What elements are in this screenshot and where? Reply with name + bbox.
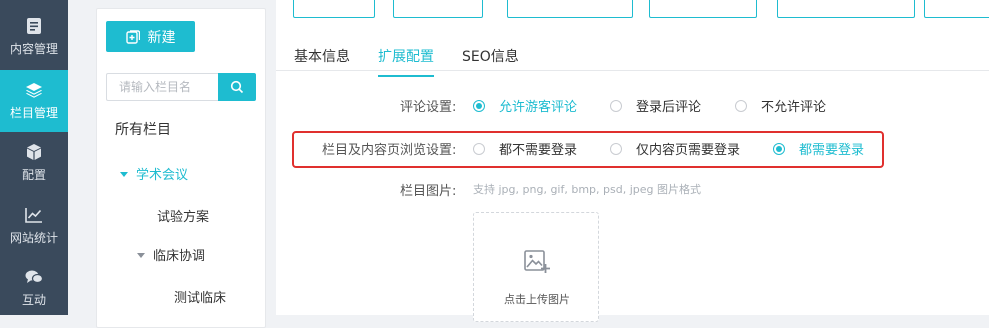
column-tree-panel: 新建 所有栏目 学术会议 试验方案 临床协调 测试临床 <box>96 8 266 328</box>
tree-item-test-clinical[interactable]: 测试临床 <box>174 287 226 306</box>
nav-item-interact[interactable]: 互动 <box>0 257 68 319</box>
main-content: 基本信息 扩展配置 SEO信息 评论设置: 允许游客评论 登录后评论 不允许评论… <box>276 0 989 322</box>
line-chart-icon <box>25 206 43 224</box>
toolbar-button[interactable] <box>507 0 633 18</box>
radio-no-comment[interactable]: 不允许评论 <box>735 96 826 115</box>
radio-dot <box>773 142 785 155</box>
image-format-hint: 支持 jpg, png, gif, bmp, psd, jpeg 图片格式 <box>473 183 701 196</box>
layers-icon <box>25 81 43 99</box>
chat-icon <box>25 268 43 286</box>
nav-item-config[interactable]: 配置 <box>0 132 68 194</box>
tab-extended-config[interactable]: 扩展配置 <box>378 46 434 77</box>
left-nav: 内容管理 栏目管理 配置 网站统计 互动 <box>0 0 68 315</box>
nav-item-columns[interactable]: 栏目管理 <box>0 70 68 132</box>
search-icon <box>230 80 244 94</box>
image-add-icon <box>523 247 551 275</box>
toolbar-button[interactable] <box>777 0 915 18</box>
nav-item-content[interactable]: 内容管理 <box>0 6 68 68</box>
radio-label: 都需要登录 <box>799 143 865 158</box>
radio-label: 都不需要登录 <box>499 143 578 158</box>
tree-item-label: 学术会议 <box>136 168 189 183</box>
toolbar-button[interactable] <box>393 0 483 18</box>
caret-down-icon[interactable] <box>137 253 145 258</box>
column-search <box>106 73 256 101</box>
add-icon <box>125 29 140 44</box>
nav-item-label: 互动 <box>21 293 46 307</box>
tree-item-trial-plan[interactable]: 试验方案 <box>157 206 209 225</box>
radio-dot <box>735 99 747 112</box>
radio-allow-guest-comment[interactable]: 允许游客评论 <box>473 96 577 115</box>
nav-item-label: 网站统计 <box>9 231 58 245</box>
radio-label: 允许游客评论 <box>499 100 578 115</box>
nav-item-stats[interactable]: 网站统计 <box>0 195 68 257</box>
nav-item-label: 配置 <box>21 168 46 182</box>
radio-login-comment[interactable]: 登录后评论 <box>610 96 701 115</box>
nav-item-label: 栏目管理 <box>9 106 58 120</box>
radio-dot <box>473 142 485 155</box>
radio-dot <box>610 142 622 155</box>
comment-setting-label: 评论设置: <box>400 100 457 115</box>
radio-label: 仅内容页需要登录 <box>636 143 741 158</box>
column-image-label: 栏目图片: <box>400 184 457 199</box>
new-button-label: 新建 <box>147 29 176 46</box>
tab-seo-info[interactable]: SEO信息 <box>462 46 519 77</box>
radio-label: 登录后评论 <box>636 100 702 115</box>
tree-item-label: 临床协调 <box>153 249 206 264</box>
tab-basic-info[interactable]: 基本信息 <box>294 46 350 77</box>
search-button[interactable] <box>218 73 256 101</box>
radio-content-login-required[interactable]: 仅内容页需要登录 <box>610 139 740 158</box>
tree-root[interactable]: 所有栏目 <box>115 119 171 139</box>
toolbar-button[interactable] <box>924 0 989 18</box>
caret-down-icon[interactable] <box>120 172 128 177</box>
tab-bar: 基本信息 扩展配置 SEO信息 <box>276 40 989 77</box>
radio-dot <box>610 99 622 112</box>
radio-label: 不允许评论 <box>761 100 827 115</box>
column-search-input[interactable] <box>106 73 218 101</box>
radio-no-login-required[interactable]: 都不需要登录 <box>473 139 577 158</box>
radio-dot <box>473 99 485 112</box>
tree-item-clinical-coordination[interactable]: 临床协调 <box>137 245 205 264</box>
tree-item-academic-conference[interactable]: 学术会议 <box>120 164 188 183</box>
toolbar-button[interactable] <box>649 0 757 18</box>
image-upload-area[interactable]: 点击上传图片 <box>473 212 599 322</box>
radio-all-login-required[interactable]: 都需要登录 <box>773 139 864 158</box>
cube-icon <box>25 143 43 161</box>
upload-text: 点击上传图片 <box>504 293 570 306</box>
document-icon <box>25 17 43 35</box>
nav-item-label: 内容管理 <box>9 42 58 56</box>
new-column-button[interactable]: 新建 <box>106 21 195 52</box>
toolbar-button[interactable] <box>293 0 375 18</box>
browse-setting-label: 栏目及内容页浏览设置: <box>322 143 457 158</box>
